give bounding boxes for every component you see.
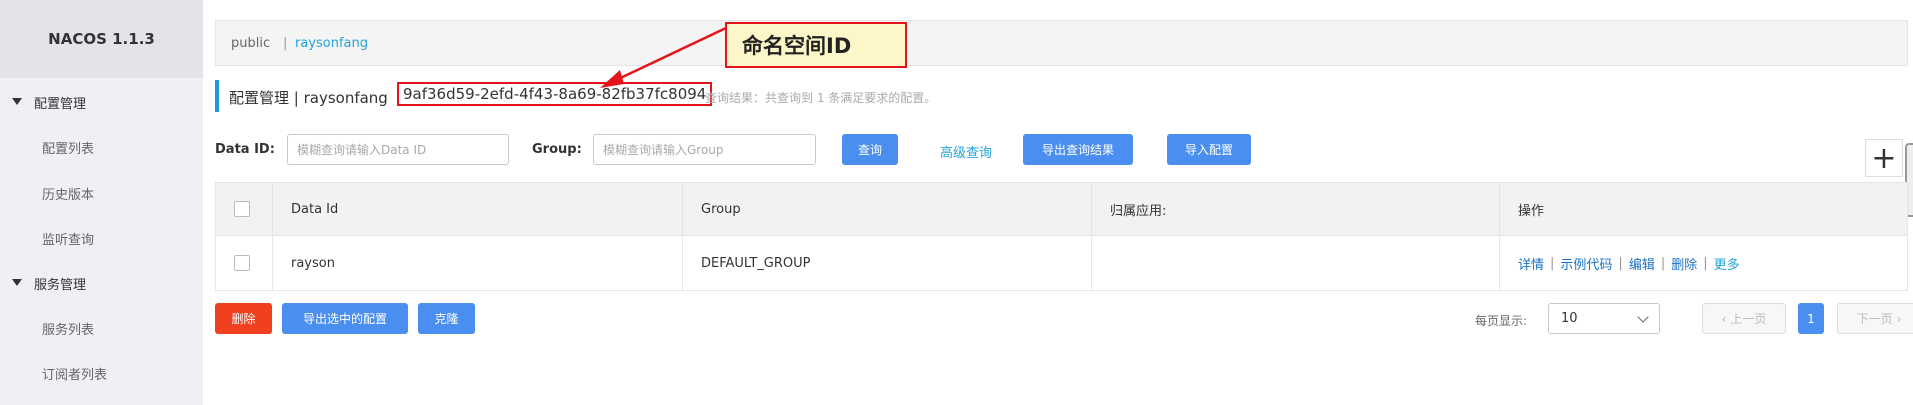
caret-down-icon — [12, 279, 22, 286]
action-delete-link[interactable]: 删除 — [1671, 254, 1697, 273]
page-size-label: 每页显示: — [1475, 314, 1528, 328]
row-checkbox[interactable] — [234, 255, 250, 271]
sidebar-item-listener-query[interactable]: 监听查询 — [0, 216, 203, 260]
search-button[interactable]: 查询 — [842, 134, 898, 165]
filter-row: Data ID: Group: 查询 高级查询 导出查询结果 导入配置 — [215, 134, 1908, 166]
action-edit-link[interactable]: 编辑 — [1629, 254, 1655, 273]
header-app[interactable]: 归属应用: — [1092, 183, 1500, 235]
data-id-label: Data ID: — [215, 142, 275, 157]
annotation-arrow — [600, 26, 727, 88]
header-select-cell — [216, 183, 273, 235]
title-accent-bar — [215, 80, 219, 112]
advanced-search-link[interactable]: 高级查询 — [940, 142, 992, 161]
delete-button[interactable]: 删除 — [215, 303, 272, 334]
next-page-label: 下一页 — [1856, 312, 1893, 326]
data-id-input[interactable] — [287, 134, 509, 165]
app-logo: NACOS 1.1.3 — [0, 0, 203, 78]
namespace-public-link[interactable]: public — [231, 36, 270, 51]
import-config-button[interactable]: 导入配置 — [1167, 134, 1251, 165]
namespace-bar: public | raysonfang — [215, 20, 1908, 66]
sidebar-item-label: 历史版本 — [42, 187, 95, 203]
row-app — [1092, 236, 1500, 290]
sidebar-item-history[interactable]: 历史版本 — [0, 171, 203, 215]
select-all-checkbox[interactable] — [234, 201, 250, 217]
row-actions: 详情 | 示例代码 | 编辑 | 删除 | 更多 — [1518, 254, 1740, 273]
namespace-separator: | — [283, 35, 288, 51]
export-selected-button[interactable]: 导出选中的配置 — [282, 303, 408, 334]
action-detail-link[interactable]: 详情 — [1518, 254, 1544, 273]
caret-down-icon — [12, 98, 22, 105]
sidebar-item-label: 订阅者列表 — [42, 367, 108, 383]
menu-group-service[interactable]: 服务管理 — [0, 261, 203, 305]
row-select-cell — [216, 236, 273, 290]
row-data-id: rayson — [273, 236, 683, 290]
plus-icon[interactable]: + — [1865, 139, 1903, 177]
chevron-down-icon — [1637, 311, 1649, 323]
page-size-value: 10 — [1561, 311, 1578, 326]
clone-button[interactable]: 克隆 — [418, 303, 475, 334]
group-input[interactable] — [593, 134, 816, 165]
sidebar-item-subscriber-list[interactable]: 订阅者列表 — [0, 351, 203, 395]
sidebar-item-label: 监听查询 — [42, 232, 95, 248]
next-page-button[interactable]: 下一页 › — [1837, 303, 1913, 334]
chevron-left-icon: ‹ — [1721, 311, 1727, 326]
sidebar-item-config-list[interactable]: 配置列表 — [0, 125, 203, 169]
header-data-id[interactable]: Data Id — [273, 183, 683, 235]
sidebar-item-label: 服务列表 — [42, 322, 95, 338]
table-footer: 删除 导出选中的配置 克隆 每页显示: 10 ‹ 上一页 1 下一页 › — [215, 303, 1913, 335]
table-header: Data Id Group 归属应用: 操作 — [216, 183, 1907, 236]
prev-page-button[interactable]: ‹ 上一页 — [1702, 303, 1786, 334]
namespace-active-link[interactable]: raysonfang — [295, 36, 368, 51]
group-label: Group: — [532, 142, 582, 157]
header-group[interactable]: Group — [683, 183, 1092, 235]
menu-group-label: 配置管理 — [34, 96, 87, 112]
page-title: 配置管理 | raysonfang — [229, 89, 388, 107]
table-row: rayson DEFAULT_GROUP 详情 | 示例代码 | 编辑 | 删除… — [216, 236, 1907, 290]
annotation-callout: 命名空间ID — [725, 22, 907, 68]
menu-group-label: 服务管理 — [34, 277, 87, 293]
current-page-button[interactable]: 1 — [1798, 303, 1824, 334]
sidebar-item-service-list[interactable]: 服务列表 — [0, 306, 203, 350]
menu-group-config[interactable]: 配置管理 — [0, 80, 203, 124]
action-more-link[interactable]: 更多 — [1714, 254, 1740, 273]
chevron-right-icon: › — [1896, 311, 1902, 326]
row-group: DEFAULT_GROUP — [683, 236, 1092, 290]
header-actions: 操作 — [1518, 203, 1545, 219]
sidebar: NACOS 1.1.3 配置管理 配置列表 历史版本 监听查询 服务管理 服务列… — [0, 0, 203, 405]
prev-page-label: 上一页 — [1730, 312, 1767, 326]
action-sample-code-link[interactable]: 示例代码 — [1560, 254, 1612, 273]
sidebar-item-label: 配置列表 — [42, 141, 95, 157]
config-table: Data Id Group 归属应用: 操作 rayson DEFAULT_GR… — [215, 182, 1908, 291]
page-size-select[interactable]: 10 — [1548, 303, 1660, 334]
export-results-button[interactable]: 导出查询结果 — [1023, 134, 1133, 165]
